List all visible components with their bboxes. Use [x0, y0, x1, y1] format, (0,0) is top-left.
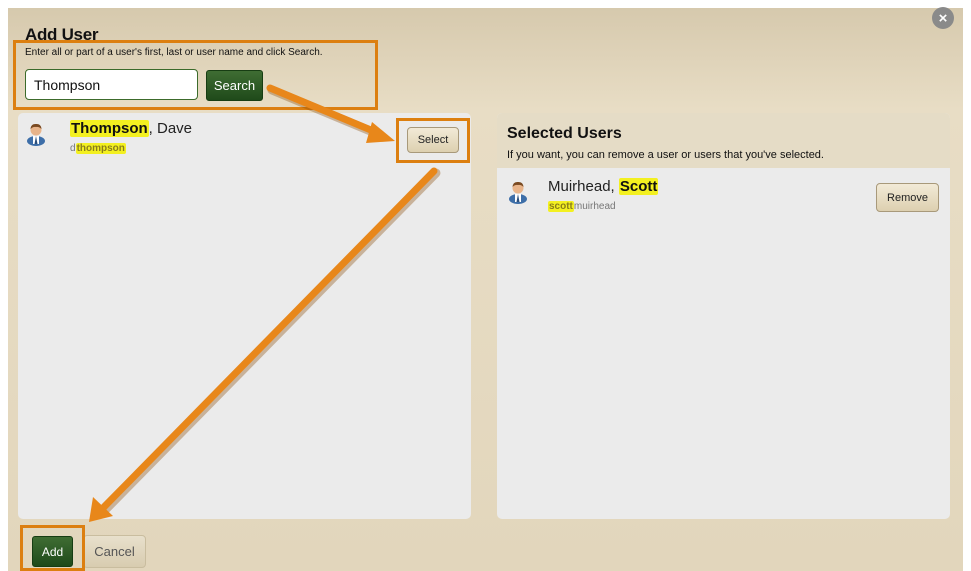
selected-users-title: Selected Users — [507, 125, 622, 142]
search-instructions: Enter all or part of a user's first, las… — [25, 47, 323, 58]
search-results-panel: Thompson, Dave dthompson Select — [18, 113, 471, 519]
selected-users-header: Selected Users If you want, you can remo… — [497, 113, 950, 168]
dialog-title: Add User — [25, 25, 99, 44]
user-icon — [509, 181, 527, 204]
selected-user-name: Muirhead, Scott — [548, 178, 659, 195]
search-input[interactable] — [25, 69, 198, 100]
result-user-login: dthompson — [70, 143, 126, 154]
login-suffix: muirhead — [573, 201, 616, 212]
user-icon — [27, 123, 45, 146]
login-highlight: thompson — [75, 143, 126, 154]
close-icon[interactable]: × — [932, 7, 954, 29]
add-button[interactable]: Add — [32, 536, 73, 567]
cancel-button[interactable]: Cancel — [83, 535, 146, 568]
select-button[interactable]: Select — [407, 127, 459, 153]
name-highlight: Thompson — [70, 120, 149, 137]
selected-user-login: scottmuirhead — [548, 201, 616, 212]
login-highlight: scott — [548, 201, 574, 212]
name-rest: , Dave — [148, 120, 193, 137]
remove-button[interactable]: Remove — [876, 183, 939, 212]
name-rest: Muirhead, — [548, 178, 619, 195]
result-user-name: Thompson, Dave — [70, 120, 192, 137]
selected-users-panel: Selected Users If you want, you can remo… — [497, 113, 950, 519]
name-highlight: Scott — [618, 178, 659, 195]
selected-users-subtitle: If you want, you can remove a user or us… — [507, 149, 824, 161]
login-prefix: d — [70, 143, 76, 154]
search-button[interactable]: Search — [206, 70, 263, 101]
